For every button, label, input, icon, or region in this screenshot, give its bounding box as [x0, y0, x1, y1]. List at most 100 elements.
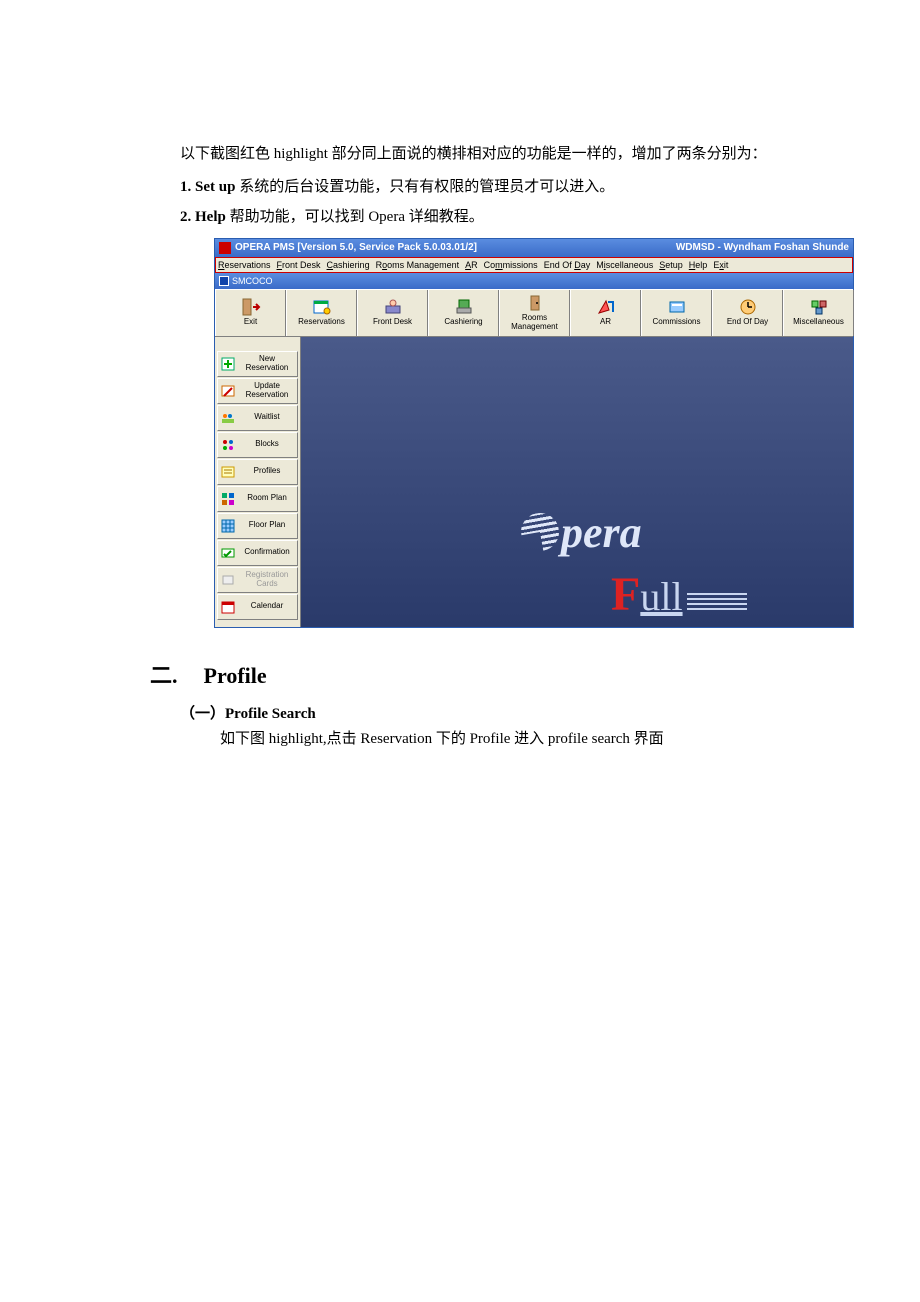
list-item-2: 2. Help 帮助功能，可以找到 Opera 详细教程。	[180, 203, 860, 232]
door-exit-icon	[241, 298, 261, 316]
menu-commissions[interactable]: Commissions	[484, 260, 538, 270]
section-2-body: 如下图 highlight,点击 Reservation 下的 Profile …	[220, 727, 860, 748]
blocks-icon	[220, 437, 236, 453]
list-text-2: Help 帮助功能，可以找到 Opera 详细教程。	[195, 209, 484, 225]
toolbar-eod-label: End Of Day	[727, 318, 768, 327]
mdi-label: SMCOCO	[232, 276, 273, 286]
sidebar-floor-plan[interactable]: Floor Plan	[217, 513, 298, 539]
menubar[interactable]: Reservations Front Desk Cashiering Rooms…	[215, 257, 853, 273]
list-item-1: 1. Set up 系统的后台设置功能，只有有权限的管理员才可以进入。	[180, 173, 860, 202]
toolbar-front-desk[interactable]: Front Desk	[357, 290, 428, 336]
sidebar-profiles-label: Profiles	[239, 467, 295, 475]
sidebar-waitlist-label: Waitlist	[239, 413, 295, 421]
full-lines-icon	[687, 590, 747, 610]
opera-screenshot: OPERA PMS [Version 5.0, Service Pack 5.0…	[214, 238, 854, 628]
opera-logo-text: pera	[561, 507, 642, 558]
room-plan-icon	[220, 491, 236, 507]
calendar-icon	[220, 599, 236, 615]
sidebar-room-plan-label: Room Plan	[239, 494, 295, 502]
sidebar-room-plan[interactable]: Room Plan	[217, 486, 298, 512]
list-text-1: Set up 系统的后台设置功能，只有有权限的管理员才可以进入。	[195, 179, 614, 195]
section-2-heading: 二. Profile	[150, 658, 860, 690]
toolbar-reservations[interactable]: Reservations	[286, 290, 357, 336]
toolbar-exit[interactable]: Exit	[215, 290, 286, 336]
sidebar-confirmation-label: Confirmation	[239, 548, 295, 556]
update-resv-icon	[220, 383, 236, 399]
reg-cards-icon	[220, 572, 236, 588]
new-resv-icon	[220, 356, 236, 372]
floor-plan-icon	[220, 518, 236, 534]
sidebar-reg-cards: Registration Cards	[217, 567, 298, 593]
toolbar-misc-label: Miscellaneous	[793, 318, 844, 327]
window-titlebar: OPERA PMS [Version 5.0, Service Pack 5.0…	[215, 239, 853, 257]
toolbar-cashiering[interactable]: Cashiering	[428, 290, 499, 336]
section-2-sub-title: Profile Search	[225, 706, 316, 722]
intro-paragraph: 以下截图红色 highlight 部分同上面说的横排相对应的功能是一样的，增加了…	[180, 140, 860, 169]
toolbar-rooms[interactable]: Rooms Management	[499, 290, 570, 336]
sidebar-blocks[interactable]: Blocks	[217, 432, 298, 458]
menu-rooms-management[interactable]: Rooms Management	[376, 260, 460, 270]
confirmation-icon	[220, 545, 236, 561]
eod-icon	[738, 298, 758, 316]
misc-icon	[809, 298, 829, 316]
commissions-icon	[667, 298, 687, 316]
toolbar-reservations-label: Reservations	[298, 318, 345, 327]
sidebar-update-reservation-label: Update Reservation	[239, 382, 295, 399]
toolbar-cashiering-label: Cashiering	[444, 318, 482, 327]
toolbar-ar-label: AR	[600, 318, 611, 327]
sidebar-reg-cards-label: Registration Cards	[239, 571, 295, 588]
setup-term: Set up	[195, 179, 235, 195]
workspace: New Reservation Update Reservation Waitl…	[215, 337, 853, 627]
toolbar-commissions[interactable]: Commissions	[641, 290, 712, 336]
menu-help[interactable]: Help	[689, 260, 708, 270]
menu-miscellaneous[interactable]: Miscellaneous	[596, 260, 653, 270]
sidebar-update-reservation[interactable]: Update Reservation	[217, 378, 298, 404]
toolbar-misc[interactable]: Miscellaneous	[783, 290, 854, 336]
sidebar-new-reservation[interactable]: New Reservation	[217, 351, 298, 377]
toolbar-front-desk-label: Front Desk	[373, 318, 412, 327]
menu-setup[interactable]: Setup	[659, 260, 683, 270]
sidebar-confirmation[interactable]: Confirmation	[217, 540, 298, 566]
opera-swirl-icon	[521, 513, 559, 551]
menu-reservations[interactable]: Reservations	[218, 260, 271, 270]
menu-cashiering[interactable]: Cashiering	[327, 260, 370, 270]
sidebar-new-reservation-label: New Reservation	[239, 355, 295, 372]
toolbar-exit-label: Exit	[244, 318, 257, 327]
mdi-icon	[219, 276, 229, 286]
menu-end-of-day[interactable]: End Of Day	[544, 260, 591, 270]
sidebar-calendar-label: Calendar	[239, 602, 295, 610]
cashier-icon	[454, 298, 474, 316]
rooms-icon	[525, 294, 545, 312]
section-2-sub-num: （一）	[180, 706, 225, 722]
toolbar-commissions-label: Commissions	[652, 318, 700, 327]
section-2-title: Profile	[204, 663, 267, 688]
profiles-icon	[220, 464, 236, 480]
ar-icon	[596, 298, 616, 316]
help-term: Help	[195, 209, 226, 225]
app-icon	[219, 242, 231, 254]
title-right: WDMSD - Wyndham Foshan Shunde	[676, 242, 849, 253]
section-2-num: 二.	[150, 663, 178, 688]
canvas-area: pera Full	[301, 337, 853, 627]
mdi-bar: SMCOCO	[215, 273, 853, 289]
sidebar-calendar[interactable]: Calendar	[217, 594, 298, 620]
menu-front-desk[interactable]: Front Desk	[277, 260, 321, 270]
sidebar-waitlist[interactable]: Waitlist	[217, 405, 298, 431]
toolbar-rooms-label: Rooms Management	[500, 314, 569, 332]
waitlist-icon	[220, 410, 236, 426]
main-toolbar: Exit Reservations Front Desk Cashiering	[215, 289, 853, 337]
title-left: OPERA PMS [Version 5.0, Service Pack 5.0…	[235, 242, 477, 253]
menu-exit[interactable]: Exit	[713, 260, 728, 270]
front-desk-icon	[383, 298, 403, 316]
toolbar-ar[interactable]: AR	[570, 290, 641, 336]
toolbar-eod[interactable]: End Of Day	[712, 290, 783, 336]
list-num-2: 2.	[180, 209, 191, 225]
sidebar: New Reservation Update Reservation Waitl…	[215, 337, 301, 627]
help-desc: 帮助功能，可以找到 Opera 详细教程。	[226, 209, 484, 225]
sidebar-blocks-label: Blocks	[239, 440, 295, 448]
sidebar-profiles[interactable]: Profiles	[217, 459, 298, 485]
reservation-icon	[312, 298, 332, 316]
sidebar-floor-plan-label: Floor Plan	[239, 521, 295, 529]
full-ull: ull	[640, 574, 682, 619]
menu-ar[interactable]: AR	[465, 260, 478, 270]
